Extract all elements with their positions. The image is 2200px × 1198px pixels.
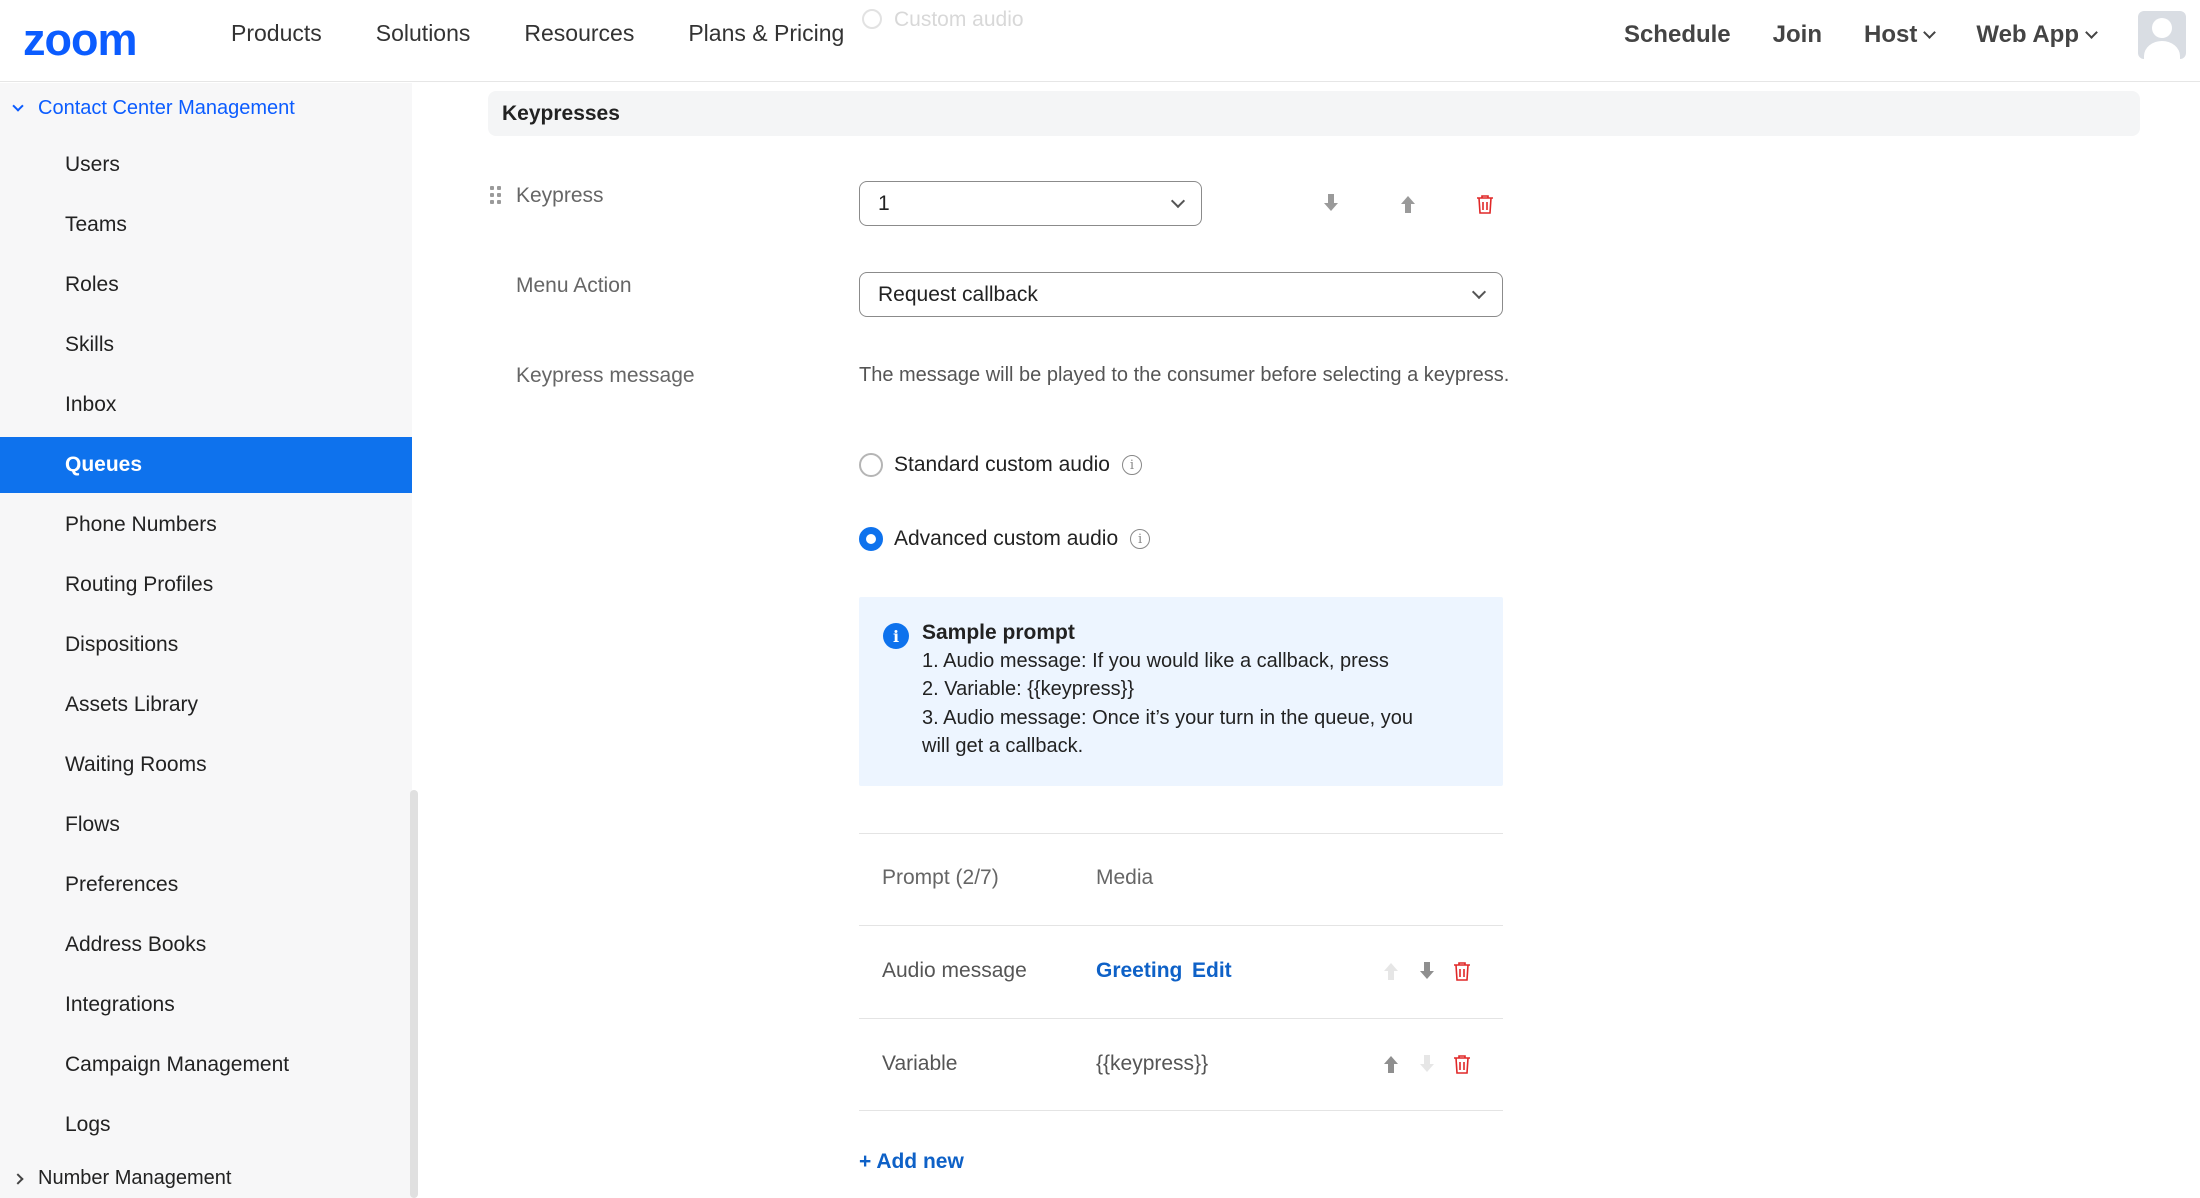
drag-handle-icon[interactable]: [490, 186, 504, 208]
radio-button[interactable]: [859, 453, 883, 477]
chevron-down-icon: [2085, 25, 2098, 39]
divider: [859, 1110, 1503, 1111]
sidebar-section-number-management[interactable]: Number Management: [12, 1167, 232, 1190]
section-title: Keypresses: [502, 102, 620, 125]
move-down-icon[interactable]: [1323, 193, 1339, 213]
sidebar-section-contact-center[interactable]: Contact Center Management: [12, 97, 295, 120]
menu-action-label: Menu Action: [516, 274, 632, 297]
move-down-icon[interactable]: [1419, 961, 1435, 981]
keypress-message-helper: The message will be played to the consum…: [859, 364, 1510, 386]
nav-host[interactable]: Host: [1864, 21, 1937, 49]
sidebar-item-address-books[interactable]: Address Books: [0, 917, 412, 973]
sidebar-item-assets-library[interactable]: Assets Library: [0, 677, 412, 733]
avatar[interactable]: [2138, 11, 2186, 59]
sidebar-item-queues[interactable]: Queues: [0, 437, 412, 493]
nav-web-app-label: Web App: [1976, 21, 2079, 48]
nav-resources[interactable]: Resources: [524, 20, 634, 47]
chevron-right-icon: [12, 1172, 24, 1185]
sidebar-item-skills[interactable]: Skills: [0, 317, 412, 373]
sidebar-item-integrations[interactable]: Integrations: [0, 977, 412, 1033]
sidebar-item-dispositions[interactable]: Dispositions: [0, 617, 412, 673]
media-column-header: Media: [1096, 866, 1154, 889]
sidebar-item-preferences[interactable]: Preferences: [0, 857, 412, 913]
sidebar-section-label: Contact Center Management: [38, 97, 295, 119]
move-up-icon[interactable]: [1383, 1054, 1399, 1074]
variable-media-text: {{keypress}}: [1096, 1052, 1209, 1075]
keypress-select[interactable]: 1: [859, 181, 1202, 226]
nav-host-label: Host: [1864, 21, 1918, 48]
keypresses-section-header: Keypresses: [488, 91, 2140, 136]
nav-products[interactable]: Products: [231, 20, 322, 47]
sample-prompt-line: 2. Variable: {{keypress}}: [922, 678, 1134, 700]
nav-web-app[interactable]: Web App: [1976, 21, 2098, 49]
sidebar-item-waiting-rooms[interactable]: Waiting Rooms: [0, 737, 412, 793]
radio-standard-custom-audio[interactable]: Standard custom audio i: [859, 453, 1142, 477]
nav-solutions[interactable]: Solutions: [376, 20, 471, 47]
keypress-message-label: Keypress message: [516, 364, 695, 387]
chevron-down-icon: [1471, 284, 1487, 300]
delete-keypress-icon[interactable]: [1476, 194, 1494, 214]
menu-action-select[interactable]: Request callback: [859, 272, 1503, 317]
sidebar-footer-label: Number Management: [38, 1167, 232, 1189]
prompt-column-header: Prompt (2/7): [882, 866, 999, 889]
delete-prompt-icon[interactable]: [1453, 961, 1471, 981]
divider: [859, 1018, 1503, 1019]
sidebar-item-users[interactable]: Users: [0, 137, 412, 193]
move-up-icon[interactable]: [1400, 194, 1416, 214]
move-down-icon-disabled: [1419, 1054, 1435, 1074]
sample-prompt-line: 1. Audio message: If you would like a ca…: [922, 650, 1389, 672]
sample-prompt-callout: i Sample prompt 1. Audio message: If you…: [859, 597, 1503, 786]
radio-button-selected[interactable]: [859, 527, 883, 551]
sidebar-item-routing-profiles[interactable]: Routing Profiles: [0, 557, 412, 613]
sidebar-item-flows[interactable]: Flows: [0, 797, 412, 853]
prompt-row-audio-message: Audio message: [882, 959, 1027, 982]
main-nav: Products Solutions Resources Plans & Pri…: [231, 20, 898, 47]
top-navigation: zoom Products Solutions Resources Plans …: [0, 0, 2200, 82]
prompt-row-variable: Variable: [882, 1052, 958, 1075]
sample-prompt-line: will get a callback.: [922, 735, 1084, 757]
sidebar-item-teams[interactable]: Teams: [0, 197, 412, 253]
chevron-down-icon: [1170, 193, 1186, 209]
delete-prompt-icon[interactable]: [1453, 1054, 1471, 1074]
radio-standard-label: Standard custom audio: [894, 453, 1110, 476]
zoom-logo[interactable]: zoom: [23, 14, 137, 66]
sidebar-item-logs[interactable]: Logs: [0, 1097, 412, 1153]
nav-plans-pricing[interactable]: Plans & Pricing: [688, 20, 844, 47]
faded-custom-audio-option: Custom audio: [862, 8, 1024, 32]
sidebar-item-roles[interactable]: Roles: [0, 257, 412, 313]
nav-right: Schedule Join Host Web App: [1624, 0, 2200, 70]
menu-action-value: Request callback: [878, 282, 1038, 306]
sample-prompt-title: Sample prompt: [922, 621, 1075, 644]
add-new-prompt-button[interactable]: + Add new: [859, 1150, 964, 1174]
info-icon[interactable]: i: [1130, 529, 1151, 549]
radio-advanced-custom-audio[interactable]: Advanced custom audio i: [859, 527, 1151, 551]
divider: [859, 925, 1503, 926]
edit-media-link[interactable]: Edit: [1192, 959, 1232, 983]
chevron-down-icon: [12, 100, 24, 112]
nav-schedule[interactable]: Schedule: [1624, 21, 1731, 49]
sample-prompt-line: 3. Audio message: Once it’s your turn in…: [922, 707, 1414, 729]
chevron-down-icon: [1923, 25, 1937, 39]
nav-join[interactable]: Join: [1773, 21, 1822, 49]
divider: [859, 833, 1503, 834]
keypress-label: Keypress: [516, 184, 604, 207]
sidebar-item-phone-numbers[interactable]: Phone Numbers: [0, 497, 412, 553]
radio-advanced-label: Advanced custom audio: [894, 527, 1119, 550]
greeting-media-link[interactable]: Greeting: [1096, 959, 1182, 983]
sidebar-item-campaign-management[interactable]: Campaign Management: [0, 1037, 412, 1093]
sidebar: Contact Center Management Users Teams Ro…: [0, 83, 412, 1198]
keypress-value: 1: [878, 191, 890, 215]
sidebar-scrollbar[interactable]: [410, 790, 418, 1198]
move-up-icon-disabled: [1383, 961, 1399, 981]
info-filled-icon: i: [883, 623, 909, 649]
info-icon[interactable]: i: [1121, 455, 1142, 475]
sidebar-item-inbox[interactable]: Inbox: [0, 377, 412, 433]
